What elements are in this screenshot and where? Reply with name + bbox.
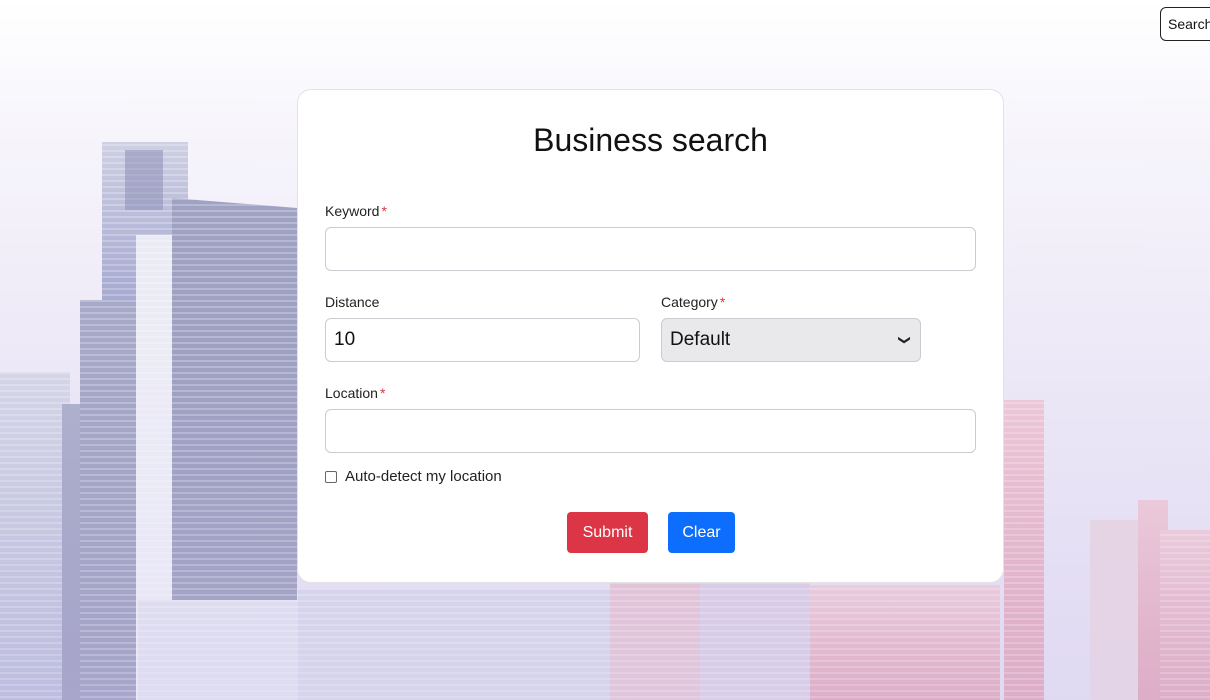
- location-input[interactable]: [325, 409, 976, 453]
- location-label: Location *: [325, 385, 385, 401]
- chevron-down-icon: ❯: [897, 334, 912, 346]
- business-search-card: Business search Keyword* Distance Catego…: [297, 89, 1004, 583]
- category-label: Category *: [661, 294, 725, 310]
- keyword-required-mark: *: [381, 203, 387, 219]
- auto-detect-checkbox[interactable]: [325, 470, 337, 483]
- category-label-text: Category: [661, 294, 718, 310]
- clear-button[interactable]: Clear: [668, 512, 735, 553]
- location-label-text: Location: [325, 385, 378, 401]
- keyword-label: Keyword *: [325, 203, 387, 219]
- auto-detect-label: Auto-detect my location: [345, 468, 502, 485]
- category-selected-value: Default: [670, 329, 731, 350]
- nav-search-button[interactable]: Search: [1160, 7, 1210, 41]
- category-select[interactable]: Default ❯: [661, 318, 921, 362]
- submit-button[interactable]: Submit: [567, 512, 648, 553]
- category-required-mark: *: [719, 294, 726, 310]
- location-required-mark: *: [379, 385, 386, 401]
- page-title: Business search: [533, 122, 768, 158]
- distance-label-text: Distance: [325, 294, 380, 310]
- distance-input[interactable]: [325, 318, 640, 362]
- keyword-input[interactable]: [325, 227, 976, 271]
- distance-label: Distance: [325, 294, 379, 310]
- keyword-label-text: Keyword: [325, 203, 380, 219]
- auto-detect-row: Auto-detect my location: [325, 468, 502, 485]
